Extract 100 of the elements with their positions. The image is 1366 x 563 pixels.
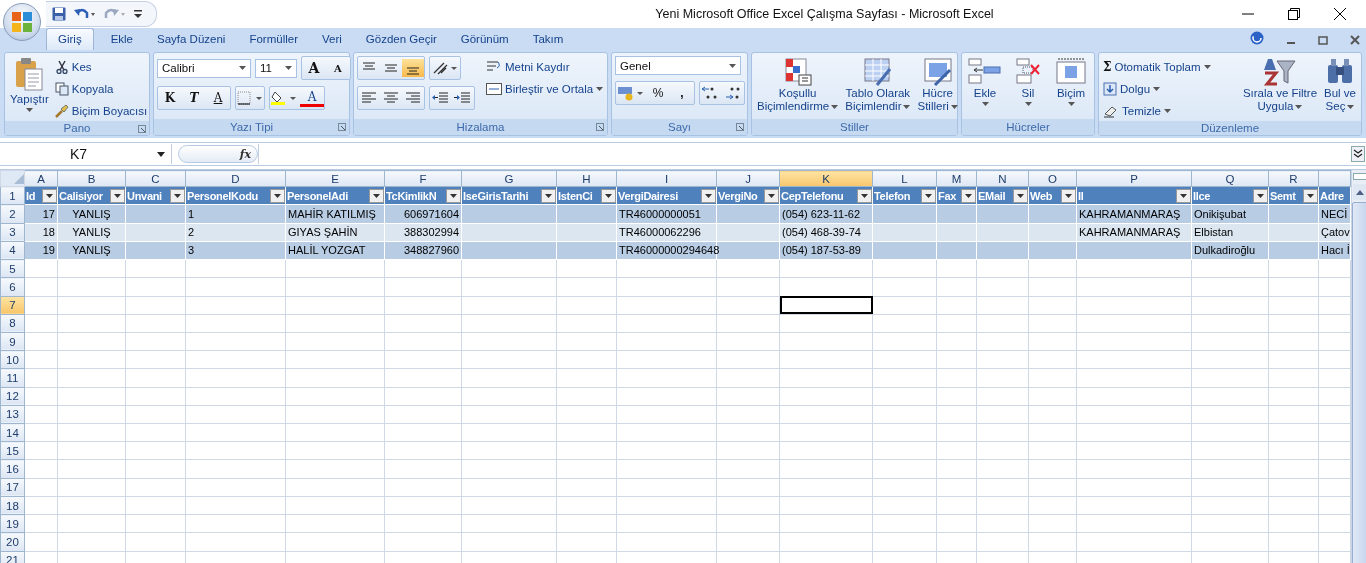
filter-dropdown-icon[interactable]	[961, 188, 976, 203]
bold-button[interactable]: K	[158, 88, 182, 108]
font-name-field[interactable]: Calibri	[157, 58, 251, 78]
save-icon[interactable]	[52, 7, 66, 21]
fill-button[interactable]: Dolgu	[1102, 78, 1212, 99]
group-title: Sayı	[668, 121, 691, 133]
active-cell[interactable]	[779, 296, 873, 315]
column-header[interactable]: C	[125, 170, 186, 187]
ribbon-tab[interactable]: Ekle	[103, 28, 140, 50]
filter-dropdown-icon[interactable]	[541, 188, 556, 203]
column-header[interactable]: H	[556, 170, 617, 187]
office-button[interactable]	[3, 3, 41, 41]
autosum-button[interactable]: Σ Otomatik Toplam	[1102, 56, 1212, 77]
number-format-field[interactable]: Genel	[615, 56, 741, 75]
wrap-text-button[interactable]: Metni Kaydır	[485, 56, 605, 77]
ribbon-tab[interactable]: Takım	[525, 28, 571, 50]
window-title: Yeni Microsoft Office Excel Çalışma Sayfası - Microsoft Excel	[654, 7, 995, 21]
name-box[interactable]: K7	[0, 144, 172, 164]
merge-center-button[interactable]: Birleştir ve Ortala	[485, 78, 605, 99]
caret-icon	[950, 104, 958, 109]
dialog-launcher-icon[interactable]	[736, 123, 744, 131]
ribbon-tab[interactable]: Veri	[315, 28, 349, 50]
caret-icon	[1067, 102, 1075, 106]
column-header[interactable]: P	[1076, 170, 1192, 187]
underline-button[interactable]: A	[206, 88, 230, 108]
cell-styles-button[interactable]: Hücre Stilleri	[915, 56, 960, 114]
customize-toolbar-icon[interactable]	[134, 9, 142, 19]
comma-button[interactable]: ,	[670, 83, 694, 103]
sort-filter-button[interactable]: Sırala ve Filtre Uygula	[1240, 56, 1320, 114]
dialog-launcher-icon[interactable]	[138, 125, 146, 133]
column-header[interactable]: M	[936, 170, 977, 187]
filter-dropdown-icon[interactable]	[1176, 188, 1191, 203]
dialog-launcher-icon[interactable]	[596, 123, 604, 131]
find-select-button[interactable]: Bul ve Seç	[1322, 56, 1358, 114]
cut-button[interactable]: Kes	[53, 56, 149, 77]
filter-dropdown-icon[interactable]	[1253, 188, 1268, 203]
scroll-up-icon[interactable]	[1356, 189, 1364, 195]
delete-cells-button[interactable]: Sil	[1008, 56, 1048, 107]
column-header[interactable]: D	[185, 170, 286, 187]
conditional-formatting-button[interactable]: Koşullu Biçimlendirme	[755, 56, 841, 114]
column-header[interactable]: E	[285, 170, 385, 187]
filter-dropdown-icon[interactable]	[1061, 188, 1076, 203]
ribbon-tab[interactable]: Gözden Geçir	[358, 28, 444, 50]
column-header[interactable]: A	[24, 170, 58, 187]
filter-dropdown-icon[interactable]	[701, 188, 716, 203]
format-as-table-button[interactable]: Tablo Olarak Biçimlendir	[843, 56, 913, 114]
align-bottom-icon[interactable]	[402, 59, 424, 77]
column-header[interactable]: J	[716, 170, 780, 187]
column-header[interactable]: R	[1268, 170, 1319, 187]
caret-icon	[729, 63, 736, 68]
column-header[interactable]: F	[384, 170, 462, 187]
shrink-font-button[interactable]: A	[326, 58, 350, 78]
percent-button[interactable]: %	[646, 83, 670, 103]
column-header[interactable]: K	[779, 170, 873, 187]
format-painter-button[interactable]: Biçim Boyacısı	[53, 100, 149, 121]
filter-dropdown-icon[interactable]	[110, 188, 125, 203]
insert-cells-button[interactable]: Ekle	[965, 56, 1005, 107]
expand-formula-bar-icon[interactable]	[1351, 146, 1365, 162]
grow-font-button[interactable]: A	[302, 58, 326, 78]
borders-icon[interactable]	[236, 90, 264, 106]
filter-dropdown-icon[interactable]	[921, 188, 936, 203]
filter-dropdown-icon[interactable]	[170, 188, 185, 203]
filter-dropdown-icon[interactable]	[601, 188, 616, 203]
font-size-field[interactable]: 11	[255, 58, 297, 78]
column-header[interactable]: G	[461, 170, 557, 187]
close-icon[interactable]	[1334, 8, 1346, 20]
ribbon-tab[interactable]: Sayfa Düzeni	[150, 28, 233, 50]
insert-cells-icon	[968, 57, 1002, 85]
column-header[interactable]: N	[976, 170, 1029, 187]
filter-dropdown-icon[interactable]	[42, 188, 57, 203]
group-title: Yazı Tipi	[229, 121, 274, 133]
column-header[interactable]: Q	[1191, 170, 1269, 187]
filter-dropdown-icon[interactable]	[369, 188, 384, 203]
filter-dropdown-icon[interactable]	[857, 188, 872, 203]
filter-dropdown-icon[interactable]	[446, 188, 461, 203]
filter-dropdown-icon[interactable]	[1303, 188, 1318, 203]
column-header[interactable]: O	[1028, 170, 1077, 187]
ribbon-tab[interactable]: Formüller	[242, 28, 305, 50]
column-header[interactable]: B	[57, 170, 126, 187]
column-header[interactable]: I	[616, 170, 717, 187]
clear-button[interactable]: Temizle	[1102, 100, 1212, 121]
currency-icon[interactable]	[616, 84, 646, 102]
italic-button[interactable]: T	[182, 88, 206, 108]
help-icon[interactable]	[1250, 31, 1264, 45]
restore-icon[interactable]	[1288, 8, 1300, 20]
filter-dropdown-icon[interactable]	[764, 188, 779, 203]
filter-dropdown-icon[interactable]	[1013, 188, 1028, 203]
ribbon-tab[interactable]: Görünüm	[453, 28, 516, 50]
vertical-scrollbar[interactable]	[1351, 170, 1366, 563]
copy-button[interactable]: Kopyala	[53, 78, 149, 99]
caret-icon	[285, 66, 292, 70]
format-cells-button[interactable]: Biçim	[1051, 56, 1091, 107]
filter-dropdown-icon[interactable]	[270, 188, 285, 203]
ribbon-tab[interactable]: Giriş	[46, 28, 94, 50]
paste-button[interactable]: Yapıştır	[8, 56, 51, 113]
dialog-launcher-icon[interactable]	[338, 123, 346, 131]
caret-icon	[596, 86, 604, 91]
undo-icon[interactable]	[74, 7, 96, 21]
column-header[interactable]: L	[872, 170, 937, 187]
insert-function-button[interactable]: fx	[239, 147, 251, 161]
